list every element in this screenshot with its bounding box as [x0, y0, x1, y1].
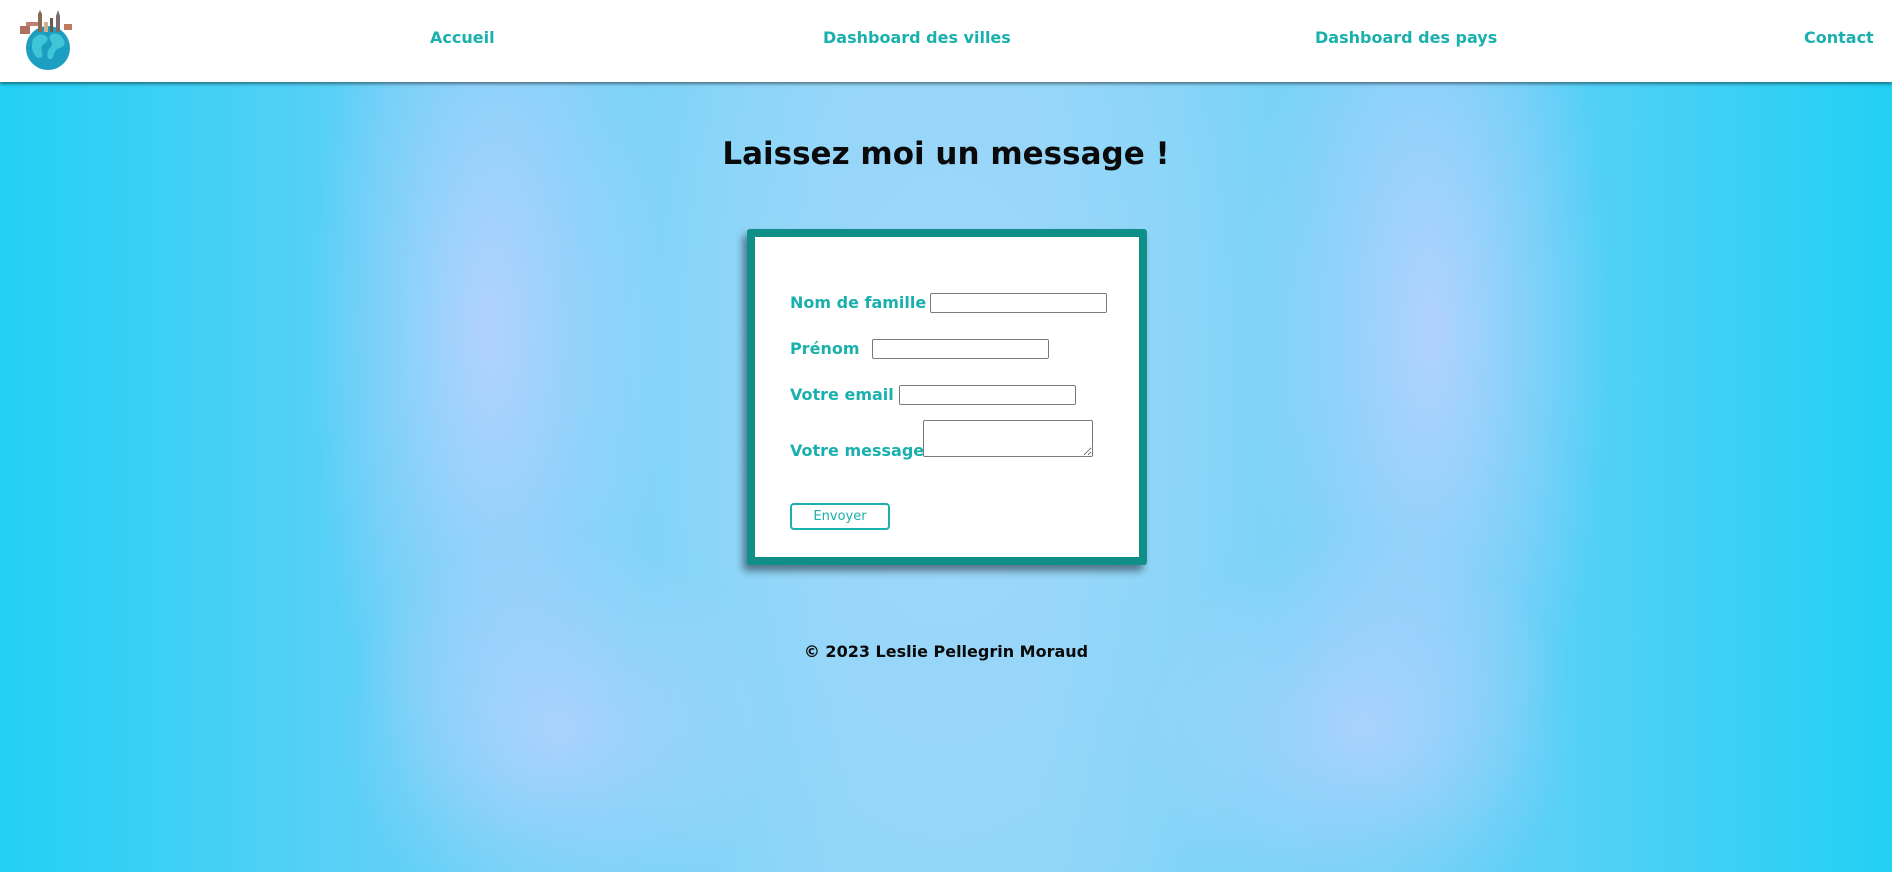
first-name-input[interactable] [872, 339, 1049, 359]
logo-link[interactable] [16, 8, 84, 70]
footer-copyright: © 2023 Leslie Pellegrin Moraud [803, 642, 1089, 661]
last-name-label: Nom de famille [790, 293, 927, 312]
nav-link-contact[interactable]: Contact [1804, 28, 1874, 47]
last-name-input[interactable] [930, 293, 1107, 313]
nav-link-dashboard-pays[interactable]: Dashboard des pays [1315, 28, 1497, 47]
globe-with-landmarks-icon [20, 10, 72, 70]
nav-link-accueil[interactable]: Accueil [430, 28, 495, 47]
contact-form: Nom de famille Prénom Votre email Votre … [747, 229, 1147, 565]
email-input[interactable] [899, 385, 1076, 405]
email-label: Votre email [790, 385, 894, 404]
page-title: Laissez moi un message ! [722, 136, 1170, 172]
nav-link-dashboard-villes[interactable]: Dashboard des villes [823, 28, 1011, 47]
message-textarea[interactable] [923, 420, 1093, 457]
send-button[interactable]: Envoyer [790, 503, 890, 530]
site-header: Accueil Dashboard des villes Dashboard d… [0, 0, 1892, 82]
first-name-label: Prénom [790, 339, 860, 358]
message-label: Votre message [790, 441, 925, 460]
